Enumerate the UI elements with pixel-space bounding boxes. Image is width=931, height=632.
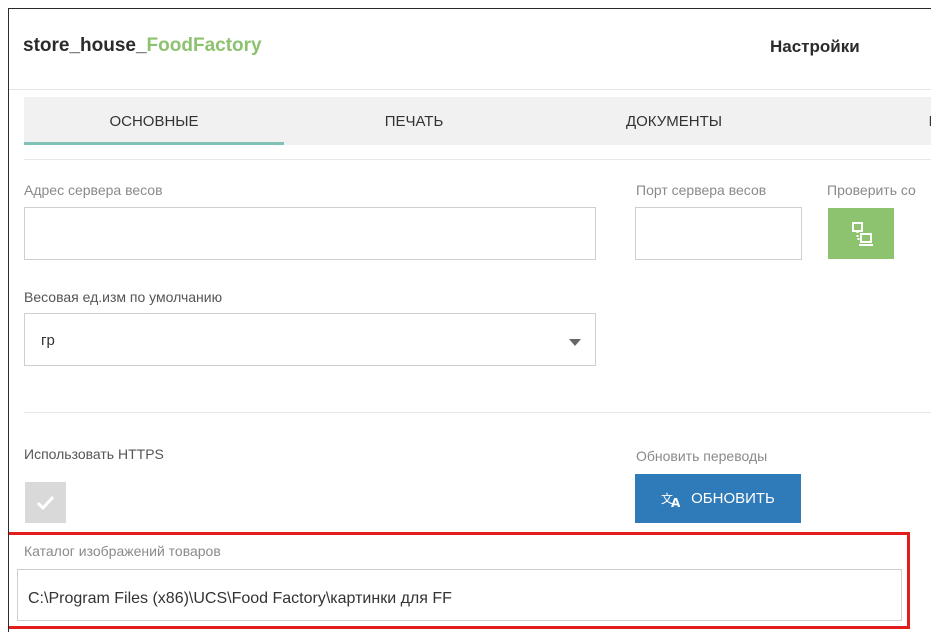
section-divider-middle — [24, 412, 931, 413]
update-translations-label: Обновить переводы — [636, 448, 768, 464]
settings-window: store_house_FoodFactory Настройки ОСНОВН… — [8, 8, 931, 632]
tab-r[interactable]: R — [804, 97, 931, 145]
scale-server-port-label: Порт сервера весов — [636, 182, 767, 198]
images-directory-input[interactable]: C:\Program Files (x86)\UCS\Food Factory\… — [17, 569, 902, 621]
default-weight-unit-select[interactable]: гр — [24, 313, 596, 366]
check-connection-label: Проверить со — [827, 182, 916, 198]
update-translations-button[interactable]: 文 A ОБНОВИТЬ — [635, 474, 801, 523]
default-weight-unit-value: гр — [41, 332, 55, 349]
default-weight-unit-label: Весовая ед.изм по умолчанию — [24, 289, 223, 305]
scale-server-port-input[interactable] — [635, 207, 802, 260]
use-https-checkbox[interactable] — [25, 482, 66, 523]
use-https-label: Использовать HTTPS — [24, 446, 164, 462]
app-title: store_house_FoodFactory — [23, 35, 262, 57]
tab-print[interactable]: ПЕЧАТЬ — [284, 97, 544, 145]
svg-text:A: A — [671, 496, 681, 508]
images-directory-value: C:\Program Files (x86)\UCS\Food Factory\… — [28, 590, 452, 607]
page-title: Настройки — [770, 37, 860, 56]
settings-tabs: ОСНОВНЫЕ ПЕЧАТЬ ДОКУМЕНТЫ R — [24, 97, 931, 145]
scale-server-address-label: Адрес сервера весов — [24, 182, 163, 198]
update-translations-button-label: ОБНОВИТЬ — [691, 490, 775, 507]
checkmark-icon — [36, 495, 55, 511]
app-title-accent: FoodFactory — [146, 35, 262, 56]
network-check-icon — [852, 222, 873, 246]
chevron-down-icon — [569, 339, 581, 346]
top-bar: store_house_FoodFactory Настройки — [9, 9, 931, 90]
section-divider-top — [24, 159, 931, 160]
check-connection-button[interactable] — [828, 208, 894, 259]
tab-main[interactable]: ОСНОВНЫЕ — [24, 97, 284, 145]
images-directory-label: Каталог изображений товаров — [24, 543, 221, 559]
app-title-prefix: store_house_ — [23, 35, 147, 56]
translate-icon: 文 A — [661, 491, 681, 508]
tab-documents[interactable]: ДОКУМЕНТЫ — [544, 97, 804, 145]
scale-server-address-input[interactable] — [24, 207, 596, 260]
